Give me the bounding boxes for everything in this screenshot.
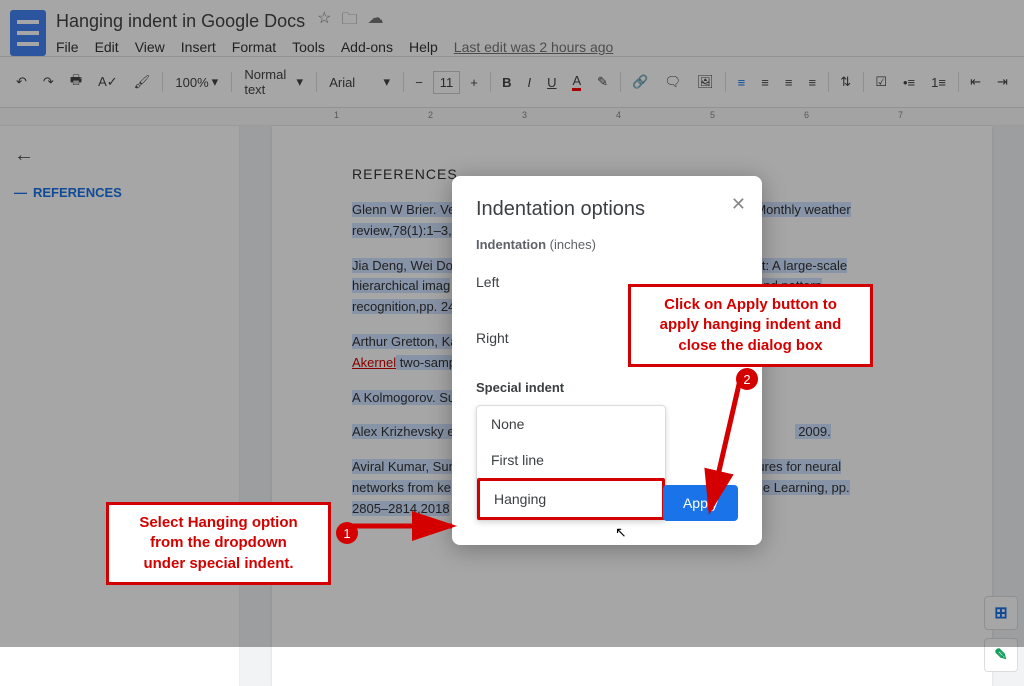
- style-dropdown[interactable]: Normal text ▾: [237, 63, 310, 101]
- menu-format[interactable]: Format: [232, 39, 276, 55]
- callout-2: Click on Apply button to apply hanging i…: [628, 284, 873, 367]
- font-dropdown[interactable]: Arial ▾: [322, 70, 397, 94]
- star-icon[interactable]: ☆: [317, 8, 331, 35]
- menu-view[interactable]: View: [135, 39, 165, 55]
- link-icon[interactable]: 🔗: [626, 70, 654, 94]
- zoom-dropdown[interactable]: 100% ▾: [168, 70, 225, 94]
- dialog-title: Indentation options: [476, 198, 738, 221]
- callout-1: Select Hanging option from the dropdown …: [106, 502, 331, 585]
- doc-title[interactable]: Hanging indent in Google Docs: [56, 11, 305, 32]
- checklist-icon[interactable]: ☑: [869, 70, 893, 94]
- number-list-icon[interactable]: 1≡: [925, 71, 952, 94]
- arrow-1-icon: [352, 516, 472, 541]
- special-indent-dropdown[interactable]: None First line Hanging: [476, 405, 666, 521]
- toolbar: ↶ ↷ 🖶 A✓ 🖌 100% ▾ Normal text ▾ Arial ▾ …: [0, 56, 1024, 108]
- ruler-tick: 4: [616, 110, 621, 120]
- bold-icon[interactable]: B: [496, 71, 517, 94]
- undo-icon[interactable]: ↶: [10, 70, 33, 94]
- outline-item[interactable]: —REFERENCES: [14, 185, 225, 200]
- menu-addons[interactable]: Add-ons: [341, 39, 393, 55]
- redo-icon[interactable]: ↷: [37, 70, 60, 94]
- align-left-icon[interactable]: ≡: [732, 71, 752, 94]
- spellcheck-icon[interactable]: A✓: [92, 70, 124, 94]
- docs-logo-icon[interactable]: [10, 10, 46, 56]
- menu-file[interactable]: File: [56, 39, 79, 55]
- ruler-tick: 3: [522, 110, 527, 120]
- font-size-input[interactable]: 11: [433, 71, 461, 94]
- menu-help[interactable]: Help: [409, 39, 438, 55]
- menu-tools[interactable]: Tools: [292, 39, 325, 55]
- menu-insert[interactable]: Insert: [181, 39, 216, 55]
- dropdown-option-none[interactable]: None: [477, 406, 665, 442]
- ruler-tick: 5: [710, 110, 715, 120]
- italic-icon[interactable]: I: [521, 71, 537, 94]
- ruler-tick: 7: [898, 110, 903, 120]
- indent-decrease-icon[interactable]: ⇤: [964, 70, 987, 94]
- font-size-minus[interactable]: −: [409, 71, 429, 94]
- callout-badge-2: 2: [736, 368, 758, 390]
- close-icon[interactable]: ✕: [731, 194, 746, 215]
- menu-edit[interactable]: Edit: [95, 39, 119, 55]
- indent-increase-icon[interactable]: ⇥: [991, 70, 1014, 94]
- menu-bar: File Edit View Insert Format Tools Add-o…: [56, 39, 1014, 55]
- title-bar: Hanging indent in Google Docs ☆ 🗀 ☁ File…: [0, 0, 1024, 56]
- ruler-tick: 6: [804, 110, 809, 120]
- feedback-icon[interactable]: ✎: [984, 638, 1018, 672]
- last-edit-info[interactable]: Last edit was 2 hours ago: [454, 39, 614, 55]
- paint-format-icon[interactable]: 🖌: [128, 70, 157, 94]
- comment-icon[interactable]: 🗨: [658, 70, 687, 94]
- text-color-icon[interactable]: A: [566, 69, 587, 95]
- font-size-plus[interactable]: +: [464, 71, 484, 94]
- cloud-icon[interactable]: ☁: [368, 8, 384, 35]
- callout-badge-1: 1: [336, 522, 358, 544]
- align-justify-icon[interactable]: ≡: [802, 71, 822, 94]
- explore-icon[interactable]: ⊞: [984, 596, 1018, 630]
- line-spacing-icon[interactable]: ⇅: [834, 70, 857, 94]
- ruler-tick: 1: [334, 110, 339, 120]
- dropdown-option-first-line[interactable]: First line: [477, 442, 665, 478]
- outline-panel: ← —REFERENCES: [0, 126, 240, 686]
- arrow-2-icon: [698, 380, 758, 525]
- dropdown-option-hanging[interactable]: Hanging: [477, 478, 665, 520]
- align-center-icon[interactable]: ≡: [755, 71, 775, 94]
- ruler-tick: 2: [428, 110, 433, 120]
- underline-icon[interactable]: U: [541, 71, 562, 94]
- ruler: 1 2 3 4 5 6 7: [0, 108, 1024, 126]
- move-icon[interactable]: 🗀: [342, 8, 358, 35]
- image-icon[interactable]: 🖼: [691, 70, 720, 94]
- highlight-icon[interactable]: ✎: [591, 70, 614, 94]
- outline-back-icon[interactable]: ←: [14, 144, 225, 167]
- dialog-subtitle: Indentation (inches): [476, 237, 738, 252]
- title-area: Hanging indent in Google Docs ☆ 🗀 ☁ File…: [56, 8, 1014, 55]
- side-fab: ⊞ ✎: [984, 596, 1018, 672]
- cursor-icon: ↖: [615, 524, 627, 541]
- align-right-icon[interactable]: ≡: [779, 71, 799, 94]
- bullet-list-icon[interactable]: •≡: [897, 71, 921, 94]
- print-icon[interactable]: 🖶: [64, 67, 88, 97]
